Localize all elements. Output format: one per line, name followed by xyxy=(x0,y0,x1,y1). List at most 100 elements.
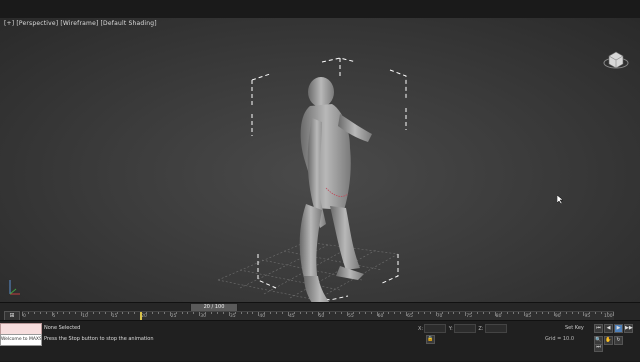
timeline-tick xyxy=(453,312,455,314)
timeline[interactable]: 20 / 100 ⊞ 0 5 10 15 20 25 30 35 40 45 50 55 60 65 70 7… xyxy=(0,302,640,322)
timeline-tick-label: 90 xyxy=(554,314,561,319)
timeline-tick xyxy=(512,312,514,314)
timeline-tick xyxy=(63,312,65,314)
timeline-tick xyxy=(394,312,396,314)
timeline-tick xyxy=(128,312,130,314)
timeline-tick xyxy=(447,312,449,314)
timeline-tick xyxy=(565,312,567,314)
timeline-tick xyxy=(370,312,372,314)
timeline-tick xyxy=(482,312,484,314)
timeline-tick xyxy=(122,312,124,314)
timeline-tick-label: 10 xyxy=(82,314,88,319)
timeline-tick-label: 30 xyxy=(200,314,207,319)
timeline-tick-label: 95 xyxy=(584,314,591,319)
selection-status: None Selected xyxy=(44,325,81,331)
timeline-tick xyxy=(69,312,71,314)
timeline-tick xyxy=(299,312,301,314)
previous-frame-button[interactable]: ◀ xyxy=(604,324,613,333)
orbit-icon[interactable]: ↻ xyxy=(614,336,623,345)
timeline-tick xyxy=(57,312,59,314)
timeline-tick xyxy=(98,312,100,314)
coord-y-field[interactable] xyxy=(453,324,476,333)
grid-label: Grid = 10.0 xyxy=(545,336,574,342)
timeline-tick xyxy=(92,312,94,314)
timeline-tick-label: 5 xyxy=(52,314,56,319)
timeline-tick xyxy=(613,312,614,316)
timeline-tick-label: 55 xyxy=(348,314,354,319)
timeline-tick xyxy=(39,312,41,314)
timeline-tick xyxy=(181,312,183,314)
coord-z-field[interactable] xyxy=(484,324,507,333)
timeline-tick-label: 85 xyxy=(525,314,532,319)
timeline-tick-label: 65 xyxy=(407,314,413,319)
timeline-tick xyxy=(152,312,154,314)
timeline-tick xyxy=(364,312,366,314)
timeline-tick xyxy=(358,312,360,314)
play-button[interactable]: ▶ xyxy=(614,324,623,333)
timeline-tick-label: 0 xyxy=(23,314,26,319)
character-model[interactable] xyxy=(299,77,372,302)
timeline-tick-label: 40 xyxy=(259,314,266,319)
timeline-tick-label: 25 xyxy=(170,314,177,319)
timeline-tick-label: 80 xyxy=(495,314,502,319)
timeline-tick-label: 75 xyxy=(466,314,472,319)
timeline-tick-label: 45 xyxy=(288,314,295,319)
timeline-tick xyxy=(187,312,189,314)
scene-canvas[interactable] xyxy=(0,18,640,302)
timeline-tick xyxy=(459,312,461,314)
timeline-tick-label: 15 xyxy=(111,314,118,319)
lock-icon[interactable]: 🔒 xyxy=(426,335,435,344)
set-key-label[interactable]: Set Key xyxy=(565,325,584,331)
selection-lock-icons: 🔒 xyxy=(426,335,436,354)
timeline-tick xyxy=(577,312,579,314)
timeline-tick xyxy=(33,312,35,314)
timeline-tick-label: 70 xyxy=(436,314,443,319)
timeline-tick xyxy=(282,312,284,314)
zoom-icon[interactable]: 🔍 xyxy=(594,336,603,345)
timeline-tick xyxy=(601,312,603,314)
timeline-tick xyxy=(305,312,307,314)
timeline-tick xyxy=(240,312,242,314)
timeline-tick xyxy=(311,312,313,314)
timeline-tick xyxy=(252,312,254,314)
go-to-start-button[interactable]: ⏮ xyxy=(594,324,603,333)
timeline-tick-label: 100 xyxy=(604,314,613,319)
timeline-tick xyxy=(388,312,390,314)
timeline-tick xyxy=(335,312,337,314)
viewport-nav-controls: 🔍 ✋ ↻ xyxy=(594,336,624,355)
timeline-tick xyxy=(595,312,597,314)
timeline-tick-label: 60 xyxy=(377,314,384,319)
pan-icon[interactable]: ✋ xyxy=(604,336,613,345)
coord-z-label: Z: xyxy=(478,326,484,332)
timeline-tick xyxy=(400,312,402,314)
timeline-tick xyxy=(417,312,419,314)
timeline-tick xyxy=(217,312,219,314)
status-bar: Welcome to MAXScript. None Selected Pres… xyxy=(0,320,640,361)
timeline-tick xyxy=(547,312,549,314)
coordinate-display: X: Y: Z: xyxy=(418,324,508,333)
next-frame-button[interactable]: ▶▶ xyxy=(624,324,633,333)
timeline-tick xyxy=(542,312,544,314)
timeline-tick xyxy=(193,312,195,314)
timeline-tick xyxy=(75,312,77,314)
timeline-tick xyxy=(134,312,136,314)
axis-tripod-icon xyxy=(9,280,20,295)
timeline-tick xyxy=(341,312,343,314)
coord-y-label: Y: xyxy=(448,326,453,332)
coord-x-field[interactable] xyxy=(424,324,447,333)
prompt-line: Press the Stop button to stop the animat… xyxy=(44,336,154,342)
timeline-tick xyxy=(270,312,272,314)
viewport-perspective[interactable]: [+] [Perspective] [Wireframe] [Default Shad… xyxy=(0,18,640,302)
timeline-tick xyxy=(506,312,508,314)
maxscript-output[interactable]: Welcome to MAXScript. xyxy=(0,334,42,346)
timeline-tick xyxy=(246,312,248,314)
viewcube-icon[interactable] xyxy=(602,48,630,70)
coord-x-label: X: xyxy=(418,326,424,332)
timeline-tick xyxy=(163,312,165,314)
timeline-tick xyxy=(211,312,213,314)
timeline-tick xyxy=(571,312,573,314)
timeline-tick xyxy=(488,312,490,314)
timeline-tick xyxy=(276,312,278,314)
timeline-tick xyxy=(536,312,538,314)
timeline-tick-label: 35 xyxy=(229,314,236,319)
